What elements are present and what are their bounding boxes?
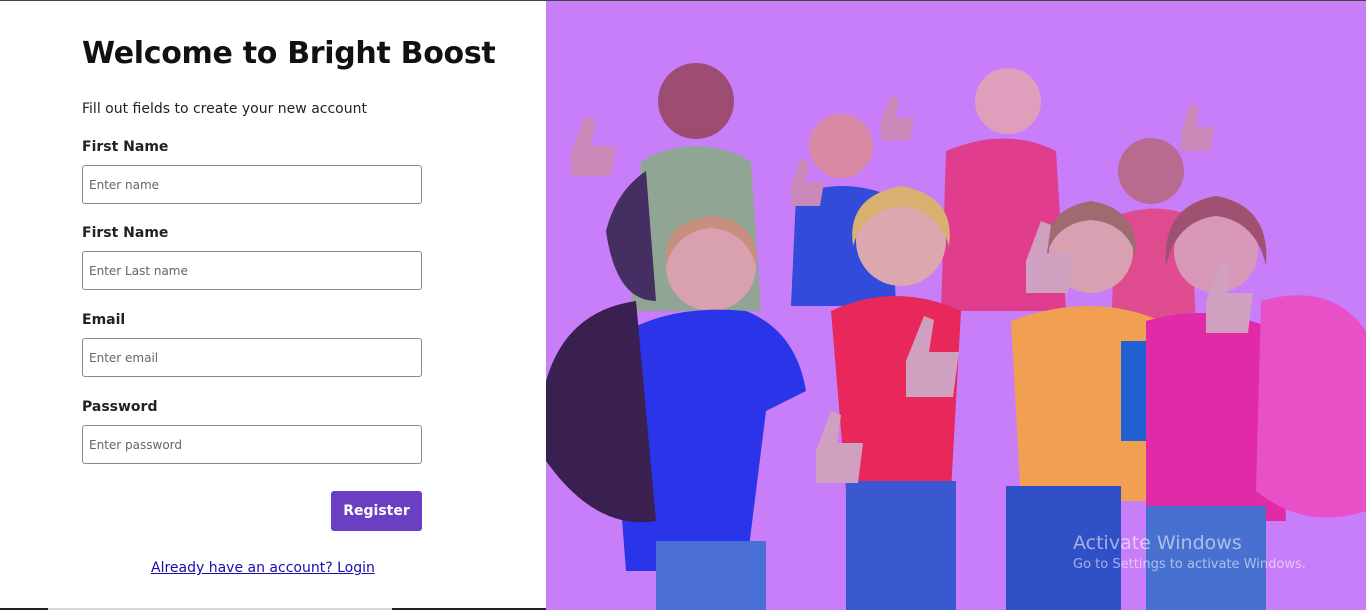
email-input[interactable] bbox=[82, 338, 422, 377]
last-name-input[interactable] bbox=[82, 251, 422, 290]
email-label: Email bbox=[82, 312, 126, 328]
first-name-label: First Name bbox=[82, 139, 169, 155]
form-subtitle: Fill out fields to create your new accou… bbox=[82, 101, 367, 117]
hero-image-panel bbox=[546, 1, 1366, 610]
page-title: Welcome to Bright Boost bbox=[82, 36, 496, 71]
password-label: Password bbox=[82, 399, 158, 415]
password-input[interactable] bbox=[82, 425, 422, 464]
login-link[interactable]: Already have an account? Login bbox=[151, 560, 375, 576]
children-group-illustration bbox=[546, 63, 1366, 610]
first-name-input[interactable] bbox=[82, 165, 422, 204]
register-form-panel: Welcome to Bright Boost Fill out fields … bbox=[0, 1, 546, 610]
register-button[interactable]: Register bbox=[331, 491, 422, 531]
register-page: Welcome to Bright Boost Fill out fields … bbox=[0, 0, 1366, 610]
last-name-label: First Name bbox=[82, 225, 169, 241]
